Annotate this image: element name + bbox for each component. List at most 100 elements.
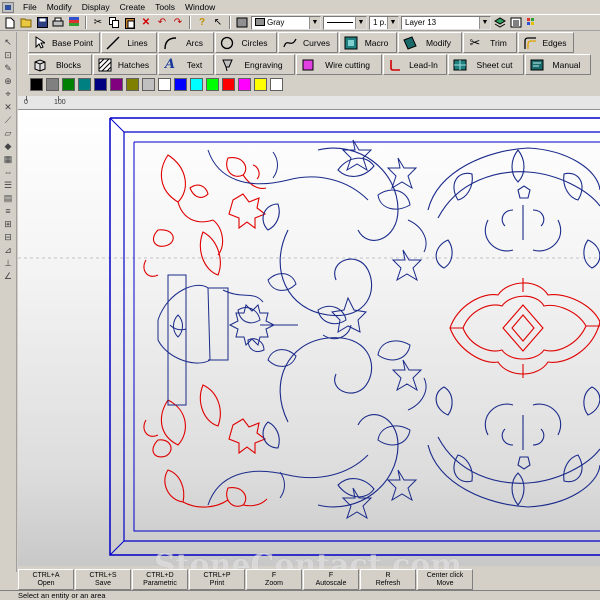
app-icon[interactable] <box>2 1 14 13</box>
select-arrow-icon[interactable]: ↖ <box>2 36 15 48</box>
align-icon[interactable]: ≡ <box>2 205 15 217</box>
axis-icon[interactable]: ⊥ <box>2 257 15 269</box>
tool-label: Curves <box>303 37 330 48</box>
function-key-button[interactable]: CTRL+D Parametric <box>132 569 188 590</box>
cross-icon[interactable]: ✕ <box>2 101 15 113</box>
measure-icon[interactable]: ⟋ <box>2 114 15 126</box>
palette-color-swatch[interactable] <box>174 78 187 91</box>
open-folder-icon[interactable] <box>19 16 33 30</box>
tool-edges[interactable]: Edges <box>518 32 574 53</box>
lineweight-combo[interactable]: 1 p. ▼ <box>369 15 399 30</box>
tool-macro[interactable]: Macro <box>339 32 397 53</box>
tool-manual[interactable]: Manual <box>525 54 591 75</box>
palette-color-swatch[interactable] <box>126 78 139 91</box>
toolbar-separator <box>229 16 231 29</box>
function-key-button[interactable]: CTRL+S Save <box>75 569 131 590</box>
menu-window[interactable]: Window <box>180 0 220 14</box>
palette-color-swatch[interactable] <box>78 78 91 91</box>
menu-tools[interactable]: Tools <box>150 0 180 14</box>
tool-label: Blocks <box>55 59 82 70</box>
function-key-button[interactable]: R Refresh <box>360 569 416 590</box>
list-icon[interactable]: ▤ <box>2 192 15 204</box>
palette-color-swatch[interactable] <box>46 78 59 91</box>
block-icon <box>31 56 49 73</box>
tool-circles[interactable]: Circles <box>215 32 277 53</box>
palette-color-swatch[interactable] <box>270 78 283 91</box>
layer-manager-icon[interactable] <box>493 16 507 30</box>
help-icon[interactable]: ? <box>195 16 209 30</box>
palette-color-swatch[interactable] <box>142 78 155 91</box>
tool-hatches[interactable]: Hatches <box>93 54 157 75</box>
function-key-button[interactable]: CTRL+P Print <box>189 569 245 590</box>
function-key-button[interactable]: Center click Move <box>417 569 473 590</box>
tool-lines[interactable]: Lines <box>101 32 157 53</box>
undo-icon[interactable]: ↶ <box>155 16 169 30</box>
tool-label: Arcs <box>186 37 203 48</box>
node-icon[interactable]: ⊞ <box>2 218 15 230</box>
palette-color-swatch[interactable] <box>206 78 219 91</box>
offset-icon[interactable]: ⊟ <box>2 231 15 243</box>
tool-text[interactable]: A Text <box>158 54 214 75</box>
stack-icon[interactable]: ☰ <box>2 179 15 191</box>
layer-combo[interactable]: Layer 13 ▼ <box>401 15 491 30</box>
menu-display[interactable]: Display <box>77 0 115 14</box>
new-file-icon[interactable] <box>3 16 17 30</box>
palette-color-swatch[interactable] <box>190 78 203 91</box>
palette-color-swatch[interactable] <box>238 78 251 91</box>
layer-props-icon[interactable] <box>509 16 523 30</box>
scissors-icon: ✂ <box>469 34 481 50</box>
zoom-window-icon[interactable]: ⊡ <box>2 49 15 61</box>
palette-color-swatch[interactable] <box>94 78 107 91</box>
tool-lead-in[interactable]: Lead-In <box>383 54 447 75</box>
mirror-icon[interactable]: ⇔ <box>2 166 15 178</box>
copy-icon[interactable] <box>107 16 121 30</box>
menu-create[interactable]: Create <box>115 0 151 14</box>
tool-curves[interactable]: Curves <box>278 32 338 53</box>
grid-icon[interactable] <box>525 16 539 30</box>
layers-icon[interactable] <box>67 16 81 30</box>
target-icon[interactable]: ⊕ <box>2 75 15 87</box>
tool-trim[interactable]: ✂ Trim <box>463 32 517 53</box>
context-help-icon[interactable]: ↖ <box>211 16 225 30</box>
cut-icon[interactable]: ✂ <box>91 16 105 30</box>
menu-modify[interactable]: Modify <box>42 0 77 14</box>
tool-label: Wire cutting <box>325 59 370 70</box>
palette-color-swatch[interactable] <box>254 78 267 91</box>
tool-base-point[interactable]: Base Point <box>28 32 100 53</box>
palette-color-swatch[interactable] <box>62 78 75 91</box>
paste-icon[interactable] <box>123 16 137 30</box>
delete-icon[interactable]: ✕ <box>139 16 153 30</box>
tool-sheet-cut[interactable]: Sheet cut <box>448 54 524 75</box>
save-icon[interactable] <box>35 16 49 30</box>
fill-icon[interactable]: ◆ <box>2 140 15 152</box>
tool-label: Macro <box>364 37 389 48</box>
tool-wire-cutting[interactable]: Wire cutting <box>296 54 382 75</box>
drawing-canvas[interactable] <box>18 110 600 566</box>
pencil-icon[interactable]: ✎ <box>2 62 15 74</box>
tool-engraving[interactable]: Engraving <box>215 54 295 75</box>
palette-color-swatch[interactable] <box>222 78 235 91</box>
snap-point-icon[interactable]: ⌖ <box>2 88 15 100</box>
color-picker-icon[interactable] <box>235 16 249 30</box>
tool-arcs[interactable]: Arcs <box>158 32 214 53</box>
color-combo[interactable]: Gray ▼ <box>251 15 321 30</box>
tool-blocks[interactable]: Blocks <box>28 54 92 75</box>
angle-icon[interactable]: ∠ <box>2 270 15 282</box>
dimension-icon[interactable]: ⊿ <box>2 244 15 256</box>
tool-label: Engraving <box>244 59 283 70</box>
palette-color-swatch[interactable] <box>158 78 171 91</box>
print-icon[interactable] <box>51 16 65 30</box>
linetype-combo[interactable]: ▼ <box>323 15 367 30</box>
function-key-button[interactable]: F Zoom <box>246 569 302 590</box>
toolbar-separator <box>189 16 191 29</box>
palette-color-swatch[interactable] <box>110 78 123 91</box>
menu-file[interactable]: File <box>18 0 42 14</box>
grid-snap-icon[interactable]: ▦ <box>2 153 15 165</box>
function-key-action: Autoscale <box>315 579 347 587</box>
eraser-icon[interactable]: ▱ <box>2 127 15 139</box>
function-key-button[interactable]: CTRL+A Open <box>18 569 74 590</box>
palette-color-swatch[interactable] <box>30 78 43 91</box>
tool-modify[interactable]: Modify <box>398 32 462 53</box>
redo-icon[interactable]: ↷ <box>171 16 185 30</box>
function-key-button[interactable]: F Autoscale <box>303 569 359 590</box>
